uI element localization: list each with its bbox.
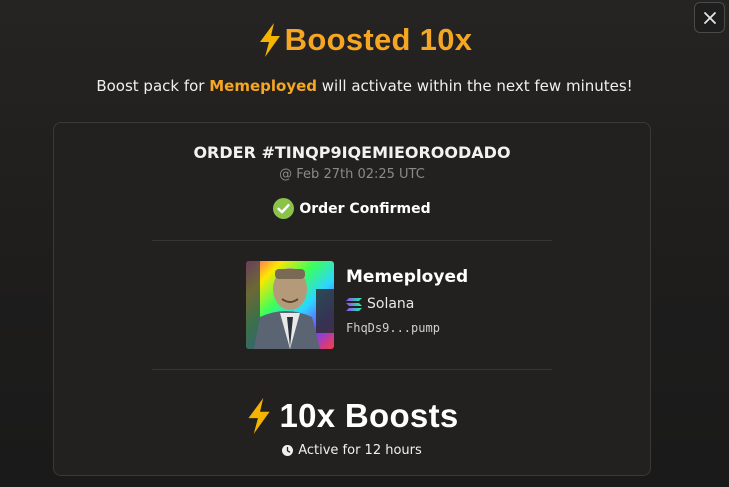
modal-title: Boosted 10x: [0, 22, 729, 58]
title-text: Boosted 10x: [284, 22, 473, 57]
divider: [152, 369, 552, 370]
subtitle-prefix: Boost pack for: [96, 77, 210, 95]
token-chain: Solana: [346, 296, 468, 312]
token-address[interactable]: FhqDs9...pump: [346, 321, 468, 335]
divider: [152, 240, 552, 241]
solana-icon: [346, 297, 362, 311]
order-status-label: Order Confirmed: [299, 200, 431, 217]
boost-summary: 10x Boosts: [54, 397, 650, 435]
lightning-icon: [259, 23, 280, 57]
boost-duration-label: Active for 12 hours: [298, 443, 422, 458]
boost-duration: Active for 12 hours: [54, 443, 650, 458]
order-status: Order Confirmed: [54, 198, 650, 219]
boost-label: 10x Boosts: [279, 397, 459, 434]
token-chain-label: Solana: [367, 296, 415, 312]
order-id: ORDER #TINQP9IQEMIEOROODADO: [193, 143, 511, 162]
order-timestamp: @ Feb 27th 02:25 UTC: [279, 167, 425, 182]
token-image: [246, 261, 334, 349]
subtitle-token-name: Memeployed: [209, 77, 318, 95]
token-name: Memeployed: [346, 267, 469, 287]
token-summary: Memeployed Solana FhqDs9...pump: [246, 261, 468, 349]
order-card: ORDER #TINQP9IQEMIEOROODADO @ Feb 27th 0…: [53, 122, 651, 476]
subtitle: Boost pack for Memeployed will activate …: [0, 77, 729, 95]
check-circle-icon: [273, 198, 295, 219]
lightning-icon: [248, 398, 271, 434]
subtitle-suffix: will activate within the next few minute…: [317, 77, 633, 95]
clock-icon: [282, 445, 294, 456]
